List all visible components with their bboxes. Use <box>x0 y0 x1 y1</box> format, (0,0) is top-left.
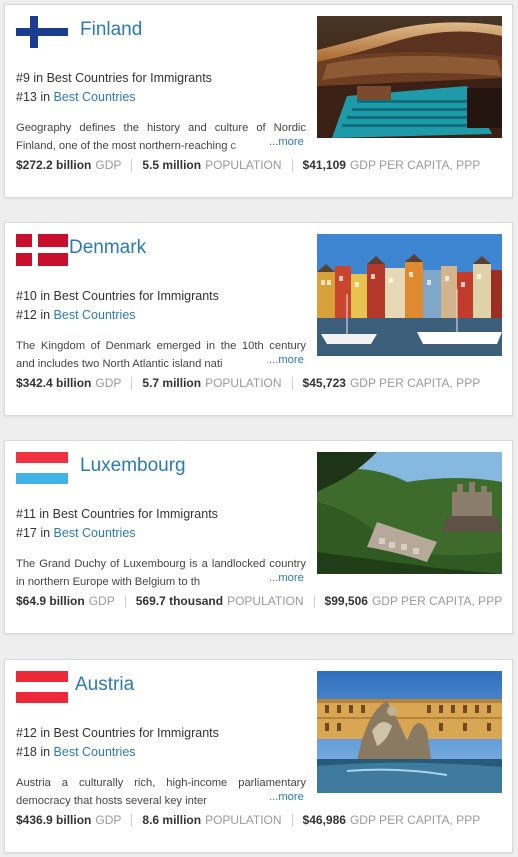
stat-divider <box>313 594 315 608</box>
population-label: POPULATION <box>205 376 282 390</box>
more-label[interactable]: more <box>278 354 304 366</box>
population-label: POPULATION <box>205 813 282 827</box>
more-label[interactable]: more <box>278 136 304 148</box>
best-countries-rank: #12 in Best Countries <box>16 308 136 322</box>
gdp-per-capita-value: $46,986 <box>302 813 346 827</box>
stat-divider <box>124 594 126 608</box>
best-countries-rank: #18 in Best Countries <box>16 745 136 759</box>
gdp-per-capita-label: GDP PER CAPITA, PPP <box>371 594 503 608</box>
more-link[interactable]: ...more <box>267 791 304 803</box>
immigrants-rank: #10 in Best Countries for Immigrants <box>16 289 219 303</box>
stat-divider <box>131 813 133 827</box>
more-link[interactable]: ...more <box>267 136 304 148</box>
population-label: POPULATION <box>227 594 304 608</box>
best-countries-rank: #13 in Best Countries <box>16 90 136 104</box>
population-label: POPULATION <box>205 158 282 172</box>
country-name-link[interactable]: Finland <box>80 19 142 41</box>
population-value: 5.7 million <box>142 376 202 390</box>
gdp-per-capita-value: $41,109 <box>302 158 346 172</box>
stat-divider <box>131 158 133 172</box>
best-countries-link[interactable]: Best Countries <box>54 308 136 322</box>
luxembourg-flag-icon <box>16 452 68 484</box>
more-link[interactable]: ...more <box>267 354 304 366</box>
best-countries-rank: #17 in Best Countries <box>16 526 136 540</box>
more-label[interactable]: more <box>278 791 304 803</box>
country-card-luxembourg[interactable]: Luxembourg #11 in Best Countries for Imm… <box>4 440 513 634</box>
stat-divider <box>131 376 133 390</box>
gdp-value: $272.2 billion <box>16 158 92 172</box>
country-card-denmark[interactable]: Denmark #10 in Best Countries for Immigr… <box>4 222 513 416</box>
gdp-value: $64.9 billion <box>16 594 85 608</box>
denmark-flag-icon <box>16 234 68 266</box>
rank-prefix: #13 in <box>16 90 51 104</box>
gdp-per-capita-label: GDP PER CAPITA, PPP <box>349 376 481 390</box>
country-name-link[interactable]: Luxembourg <box>80 455 186 477</box>
palace-fountain-photo[interactable] <box>317 671 502 793</box>
more-ellipsis: ... <box>269 572 279 584</box>
castle-valley-photo[interactable] <box>317 452 502 574</box>
more-link[interactable]: ...more <box>267 572 304 584</box>
best-countries-link[interactable]: Best Countries <box>54 90 136 104</box>
country-stats: $436.9 billion GDP 8.6 million POPULATION … <box>16 813 480 827</box>
rank-prefix: #12 in <box>16 308 51 322</box>
more-ellipsis: ... <box>269 354 279 366</box>
best-countries-link[interactable]: Best Countries <box>54 526 136 540</box>
stat-divider <box>291 158 293 172</box>
country-card-finland[interactable]: Finland #9 in Best Countries for Immigra… <box>4 4 513 198</box>
population-value: 8.6 million <box>142 813 202 827</box>
gdp-value: $436.9 billion <box>16 813 92 827</box>
country-name-link[interactable]: Austria <box>75 674 134 696</box>
immigrants-rank: #12 in Best Countries for Immigrants <box>16 726 219 740</box>
gdp-label: GDP <box>95 376 122 390</box>
more-ellipsis: ... <box>269 136 279 148</box>
immigrants-rank: #11 in Best Countries for Immigrants <box>16 507 218 521</box>
immigrants-rank: #9 in Best Countries for Immigrants <box>16 71 212 85</box>
country-name-link[interactable]: Denmark <box>69 237 146 259</box>
population-value: 5.5 million <box>142 158 202 172</box>
more-ellipsis: ... <box>269 791 279 803</box>
country-stats: $272.2 billion GDP 5.5 million POPULATION … <box>16 158 480 172</box>
gdp-per-capita-label: GDP PER CAPITA, PPP <box>349 158 481 172</box>
country-stats: $64.9 billion GDP 569.7 thousand POPULATIO… <box>16 594 502 608</box>
concert-hall-photo[interactable] <box>317 16 502 138</box>
gdp-per-capita-value: $45,723 <box>302 376 346 390</box>
rank-prefix: #18 in <box>16 745 51 759</box>
best-countries-link[interactable]: Best Countries <box>54 745 136 759</box>
gdp-value: $342.4 billion <box>16 376 92 390</box>
country-card-austria[interactable]: Austria #12 in Best Countries for Immigr… <box>4 659 513 853</box>
population-value: 569.7 thousand <box>135 594 224 608</box>
austria-flag-icon <box>16 671 68 703</box>
country-stats: $342.4 billion GDP 5.7 million POPULATION … <box>16 376 480 390</box>
finland-flag-icon <box>16 16 68 48</box>
gdp-per-capita-value: $99,506 <box>324 594 368 608</box>
more-label[interactable]: more <box>278 572 304 584</box>
gdp-label: GDP <box>88 594 115 608</box>
gdp-per-capita-label: GDP PER CAPITA, PPP <box>349 813 481 827</box>
stat-divider <box>291 813 293 827</box>
rank-prefix: #17 in <box>16 526 51 540</box>
harbor-photo[interactable] <box>317 234 502 356</box>
gdp-label: GDP <box>95 158 122 172</box>
gdp-label: GDP <box>95 813 122 827</box>
stat-divider <box>291 376 293 390</box>
